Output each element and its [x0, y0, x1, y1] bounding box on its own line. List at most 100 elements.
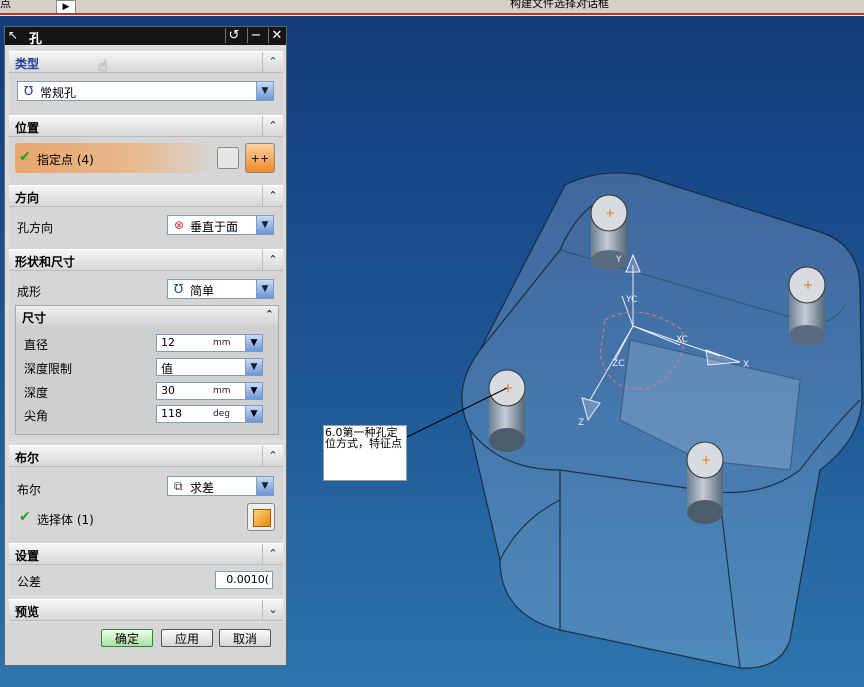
- svg-text:+: +: [701, 453, 711, 467]
- section-boolean[interactable]: 布尔 ⌃: [9, 445, 283, 467]
- normal-to-face-icon: ⊗: [174, 218, 185, 232]
- check-icon: ✔: [19, 149, 31, 165]
- tip-angle-value: 118: [161, 407, 182, 420]
- section-settings[interactable]: 设置 ⌃: [9, 543, 283, 565]
- axis-yc-label: YC: [625, 295, 637, 305]
- section-boolean-body: 布尔 ⧉ 求差 ▼ ✔ 选择体 (1): [9, 467, 283, 543]
- boolean-label: 布尔: [17, 483, 42, 497]
- depth-limit-label: 深度限制: [24, 362, 73, 376]
- sketch-section-icon[interactable]: [217, 147, 239, 169]
- hole-direction-select[interactable]: ⊗ 垂直于面 ▼: [167, 215, 274, 235]
- dimensions-header[interactable]: 尺寸 ⌃: [16, 306, 278, 326]
- section-direction-body: 孔方向 ⊗ 垂直于面 ▼: [9, 207, 283, 249]
- collapse-icon[interactable]: ⌃: [265, 308, 274, 321]
- tip-angle-field[interactable]: 118 deg ▼: [156, 405, 263, 423]
- solid-body-icon: [253, 509, 271, 527]
- svg-text:+: +: [803, 278, 813, 292]
- section-type-label: 类型: [15, 57, 40, 71]
- diameter-value: 12: [161, 336, 175, 349]
- boolean-select[interactable]: ⧉ 求差 ▼: [167, 476, 274, 496]
- close-icon[interactable]: ✕: [268, 28, 285, 43]
- tolerance-value: 0.0010(: [226, 573, 269, 586]
- hole-direction-value: 垂直于面: [190, 220, 239, 234]
- collapse-icon[interactable]: ⌃: [262, 116, 283, 136]
- chevron-down-icon[interactable]: ▼: [256, 82, 273, 100]
- hole-right[interactable]: +: [788, 266, 826, 345]
- hole-type-icon: Ʊ: [24, 84, 34, 98]
- section-preview-label: 预览: [15, 605, 40, 619]
- diameter-field[interactable]: 12 mm ▼: [156, 334, 263, 352]
- down-arrow-icon[interactable]: ▼: [245, 406, 262, 422]
- collapse-icon[interactable]: ⌃: [262, 52, 283, 72]
- section-type[interactable]: 类型 ⌃: [9, 51, 283, 73]
- collapse-icon[interactable]: ⌃: [262, 544, 283, 564]
- simple-hole-icon: Ʊ: [174, 282, 184, 296]
- depth-limit-select[interactable]: 值 ▼: [156, 358, 263, 376]
- section-shape-body: 成形 Ʊ 简单 ▼ 尺寸 ⌃ 直径 12 mm ▼ 深度限制 值 ▼ 深度 30…: [9, 271, 283, 439]
- hole-direction-label: 孔方向: [17, 221, 54, 235]
- point-dialog-icon[interactable]: ++: [245, 143, 275, 173]
- chevron-down-icon[interactable]: ▼: [256, 216, 273, 234]
- depth-unit: mm: [213, 386, 231, 396]
- axis-xc-label: XC: [676, 335, 688, 345]
- section-direction[interactable]: 方向 ⌃: [9, 185, 283, 207]
- pin-icon[interactable]: ↖: [8, 28, 18, 42]
- hole-left[interactable]: +: [488, 369, 526, 452]
- section-position[interactable]: 位置 ⌃: [9, 115, 283, 137]
- dialog-title: 孔: [29, 32, 43, 47]
- section-settings-body: 公差 0.0010(: [9, 565, 283, 595]
- check-icon: ✔: [19, 509, 31, 525]
- section-position-label: 位置: [15, 121, 40, 135]
- minimize-icon[interactable]: −: [247, 28, 264, 43]
- collapse-icon[interactable]: ⌃: [262, 250, 283, 270]
- apply-button[interactable]: 应用: [161, 629, 213, 647]
- axis-zc-label: ZC: [612, 359, 624, 369]
- depth-field[interactable]: 30 mm ▼: [156, 382, 263, 400]
- tip-angle-unit: deg: [213, 409, 230, 419]
- down-arrow-icon[interactable]: ▼: [245, 383, 262, 399]
- section-boolean-label: 布尔: [15, 451, 40, 465]
- section-type-body: Ʊ 常规孔 ▼: [9, 73, 283, 115]
- specify-point-label: 指定点 (4): [37, 153, 94, 167]
- hand-cursor-icon: ☝: [98, 56, 108, 75]
- select-body-label: 选择体 (1): [37, 513, 94, 527]
- svg-text:+: +: [605, 206, 615, 220]
- dialog-title-bar[interactable]: ↖ 孔 ↺ − ✕: [5, 27, 286, 47]
- dimensions-group: 尺寸 ⌃ 直径 12 mm ▼ 深度限制 值 ▼ 深度 30 mm ▼ 尖角 1: [15, 305, 279, 435]
- section-position-body: ✔ 指定点 (4) ++: [9, 137, 283, 185]
- chevron-down-icon[interactable]: ▼: [245, 359, 262, 375]
- chevron-down-icon[interactable]: ▼: [256, 477, 273, 495]
- tolerance-label: 公差: [17, 575, 42, 589]
- form-select[interactable]: Ʊ 简单 ▼: [167, 279, 274, 299]
- cancel-button[interactable]: 取消: [219, 629, 271, 647]
- hole-front[interactable]: +: [686, 441, 724, 524]
- chevron-down-icon[interactable]: ▼: [256, 280, 273, 298]
- section-settings-label: 设置: [15, 549, 40, 563]
- hole-type-select[interactable]: Ʊ 常规孔 ▼: [17, 81, 274, 101]
- section-shape[interactable]: 形状和尺寸 ⌃: [9, 249, 283, 271]
- tip-angle-label: 尖角: [24, 409, 49, 423]
- ok-button[interactable]: 确定: [101, 629, 153, 647]
- form-label: 成形: [17, 285, 42, 299]
- section-direction-label: 方向: [15, 191, 40, 205]
- form-value: 简单: [190, 284, 215, 298]
- boolean-value: 求差: [190, 481, 215, 495]
- section-shape-label: 形状和尺寸: [15, 255, 76, 269]
- collapse-icon[interactable]: ⌃: [262, 446, 283, 466]
- reset-icon[interactable]: ↺: [225, 28, 242, 43]
- axis-y-label: Y: [615, 255, 622, 265]
- hole-type-value: 常规孔: [40, 86, 77, 100]
- tolerance-field[interactable]: 0.0010(: [215, 571, 273, 589]
- section-preview[interactable]: 预览 ⌄: [9, 599, 283, 621]
- hole-top[interactable]: +: [590, 194, 628, 270]
- axis-z-label: Z: [578, 418, 584, 428]
- down-arrow-icon[interactable]: ▼: [245, 335, 262, 351]
- svg-text:+: +: [503, 381, 513, 395]
- collapse-icon[interactable]: ⌃: [262, 186, 283, 206]
- depth-limit-value: 值: [161, 362, 174, 376]
- select-body-button[interactable]: [247, 503, 275, 531]
- dimensions-label: 尺寸: [22, 311, 47, 325]
- annotation-note: 6.0第一种孔定位方式，特征点: [323, 425, 407, 481]
- depth-label: 深度: [24, 386, 49, 400]
- expand-icon[interactable]: ⌄: [262, 600, 283, 620]
